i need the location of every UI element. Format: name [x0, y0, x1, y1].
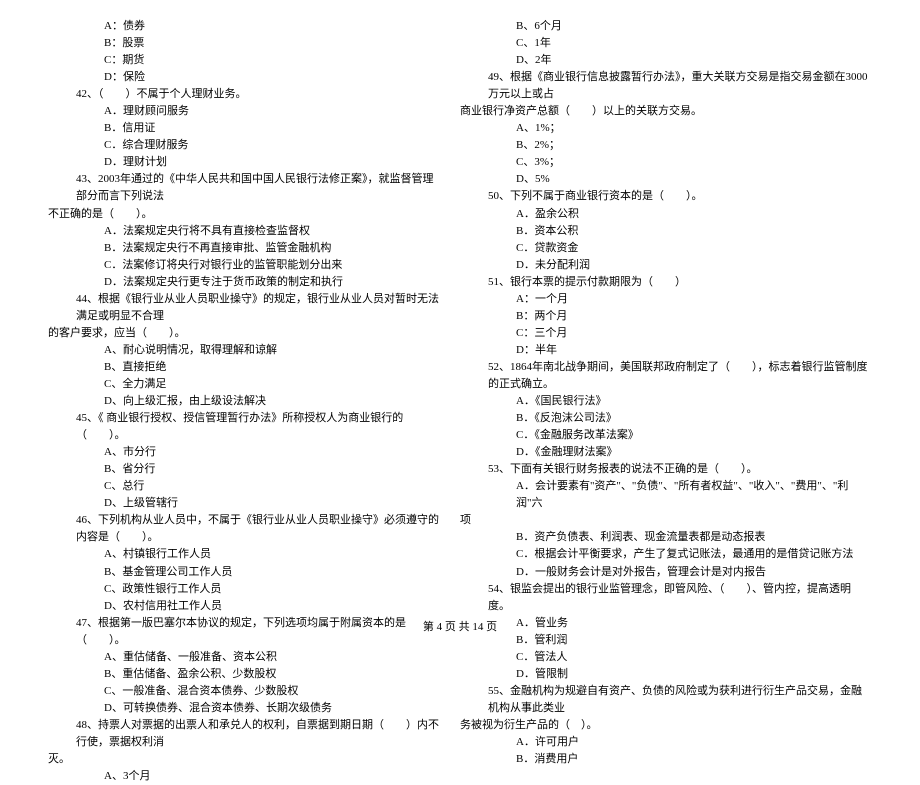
option: A、市分行 [48, 444, 442, 461]
option: B、重估储备、盈余公积、少数股权 [48, 666, 442, 683]
option: B、6个月 [460, 18, 872, 35]
option: D．法案规定央行更专注于货币政策的制定和执行 [48, 274, 442, 291]
option: B．《反泡沫公司法》 [460, 410, 872, 427]
option: A、耐心说明情况，取得理解和谅解 [48, 342, 442, 359]
option: B．信用证 [48, 120, 442, 137]
option: D．未分配利润 [460, 257, 872, 274]
option: A、村镇银行工作人员 [48, 546, 442, 563]
option: A．许可用户 [460, 734, 872, 751]
option: C．《金融服务改革法案》 [460, 427, 872, 444]
option: D．管限制 [460, 666, 872, 683]
right-column: B、6个月 C、1年 D、2年 49、根据《商业银行信息披露暂行办法》，重大关联… [460, 18, 872, 785]
option: D：半年 [460, 342, 872, 359]
option: C、一般准备、混合资本债券、少数股权 [48, 683, 442, 700]
question-53: 53、下面有关银行财务报表的说法不正确的是（ ）。 [460, 461, 872, 478]
option: A．《国民银行法》 [460, 393, 872, 410]
page-body: A：债券 B：股票 C：期货 D：保险 42、（ ）不属于个人理财业务。 A．理… [0, 0, 920, 785]
option: A．理财顾问服务 [48, 103, 442, 120]
option: B：两个月 [460, 308, 872, 325]
option: A、重估储备、一般准备、资本公积 [48, 649, 442, 666]
question-50: 50、下列不属于商业银行资本的是（ ）。 [460, 188, 872, 205]
question-48-cont: 灭。 [48, 751, 442, 768]
option: C、1年 [460, 35, 872, 52]
option: D：保险 [48, 69, 442, 86]
question-44: 44、根据《银行业从业人员职业操守》的规定，银行业从业人员对暂时无法满足或明显不… [48, 291, 442, 325]
question-43-cont: 不正确的是（ ）。 [48, 206, 442, 223]
question-54: 54、银监会提出的银行业监管理念，即管风险、（ ）、管内控，提高透明度。 [460, 581, 872, 615]
option: D．一般财务会计是对外报告，管理会计是对内报告 [460, 564, 872, 581]
question-55: 55、金融机构为规避自有资产、负债的风险或为获利进行衍生产品交易，金融机构从事此… [460, 683, 872, 717]
option: C、政策性银行工作人员 [48, 581, 442, 598]
option: A．法案规定央行将不具有直接检查监督权 [48, 223, 442, 240]
option: A．盈余公积 [460, 206, 872, 223]
option: B：股票 [48, 35, 442, 52]
option: D．理财计划 [48, 154, 442, 171]
option: B．资本公积 [460, 223, 872, 240]
question-44-cont: 的客户要求，应当（ ）。 [48, 325, 442, 342]
option: B、直接拒绝 [48, 359, 442, 376]
option: B、省分行 [48, 461, 442, 478]
option: C、全力满足 [48, 376, 442, 393]
option: B、2%； [460, 137, 872, 154]
option: D、可转换债券、混合资本债券、长期次级债务 [48, 700, 442, 717]
page-footer: 第 4 页 共 14 页 [0, 619, 920, 636]
option: B．消费用户 [460, 751, 872, 768]
option: D、向上级汇报，由上级设法解决 [48, 393, 442, 410]
option: C．管法人 [460, 649, 872, 666]
question-48: 48、持票人对票据的出票人和承兑人的权利，自票据到期日期（ ）内不行使，票据权利… [48, 717, 442, 751]
option: C．法案修订将央行对银行业的监管职能划分出来 [48, 257, 442, 274]
option: C、3%； [460, 154, 872, 171]
option: C：期货 [48, 52, 442, 69]
question-55-cont: 务被视为衍生产品的（ ）。 [460, 717, 872, 734]
option: A：一个月 [460, 291, 872, 308]
question-46: 46、下列机构从业人员中，不属于《银行业从业人员职业操守》必须遵守的内容是（ ）… [48, 512, 442, 546]
option: B．法案规定央行不再直接审批、监管金融机构 [48, 240, 442, 257]
question-52: 52、1864年南北战争期间，美国联邦政府制定了（ ），标志着银行监管制度的正式… [460, 359, 872, 393]
option: C：三个月 [460, 325, 872, 342]
question-43: 43、2003年通过的《中华人民共和国中国人民银行法修正案》，就监督管理部分而言… [48, 171, 442, 205]
option: D．《金融理财法案》 [460, 444, 872, 461]
option: A、1%； [460, 120, 872, 137]
question-45: 45、《 商业银行授权、授信管理暂行办法》所称授权人为商业银行的（ ）。 [48, 410, 442, 444]
option: B、基金管理公司工作人员 [48, 564, 442, 581]
question-51: 51、银行本票的提示付款期限为（ ） [460, 274, 872, 291]
option: A：债券 [48, 18, 442, 35]
option: D、农村信用社工作人员 [48, 598, 442, 615]
option: B．资产负债表、利润表、现金流量表都是动态报表 [460, 529, 872, 546]
left-column: A：债券 B：股票 C：期货 D：保险 42、（ ）不属于个人理财业务。 A．理… [48, 18, 460, 785]
option: A、3个月 [48, 768, 442, 785]
question-42: 42、（ ）不属于个人理财业务。 [48, 86, 442, 103]
option: C．根据会计平衡要求，产生了复式记账法，最通用的是借贷记账方法 [460, 546, 872, 563]
question-53-cont: 项 [460, 512, 872, 529]
option: C．综合理财服务 [48, 137, 442, 154]
option: D、2年 [460, 52, 872, 69]
question-49-cont: 商业银行净资产总额（ ）以上的关联方交易。 [460, 103, 872, 120]
question-49: 49、根据《商业银行信息披露暂行办法》，重大关联方交易是指交易金额在3000万元… [460, 69, 872, 103]
option: D、上级管辖行 [48, 495, 442, 512]
option: C、总行 [48, 478, 442, 495]
option: A．会计要素有"资产"、"负债"、"所有者权益"、"收入"、"费用"、"利润"六 [460, 478, 872, 512]
option: C．贷款资金 [460, 240, 872, 257]
option: D、5% [460, 171, 872, 188]
